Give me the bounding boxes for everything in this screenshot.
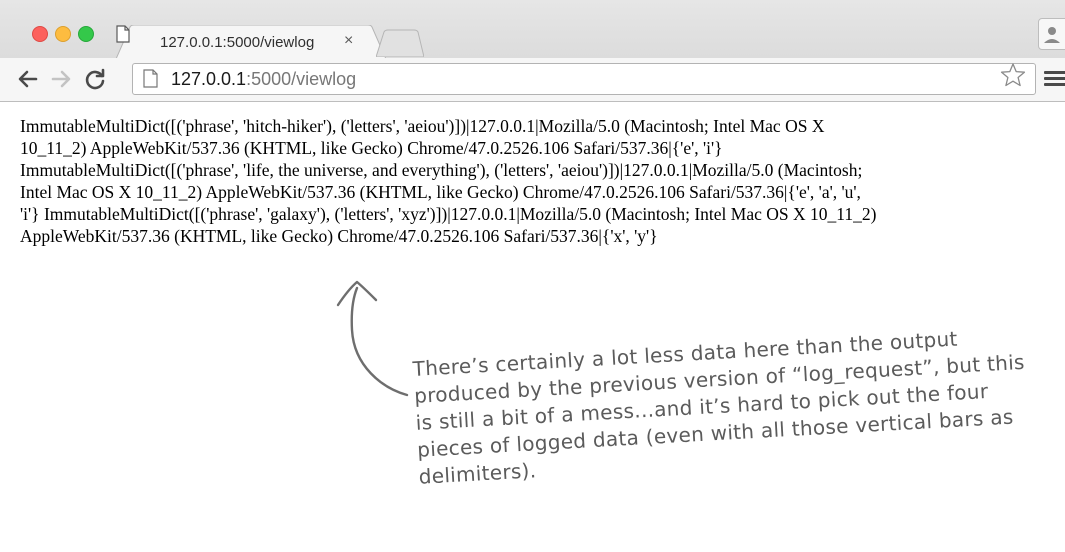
tab-close-icon[interactable]: × xyxy=(344,32,353,50)
annotation-note: There’s certainly a lot less data here t… xyxy=(412,320,1059,491)
log-text-line: ImmutableMultiDict([('phrase', 'hitch-hi… xyxy=(20,116,825,136)
browser-tab-active[interactable]: 127.0.0.1:5000/viewlog × xyxy=(116,25,386,59)
back-arrow-icon[interactable] xyxy=(16,67,40,91)
minimize-window-button[interactable] xyxy=(55,26,71,42)
reload-icon[interactable] xyxy=(83,67,107,91)
url-path: :5000/viewlog xyxy=(246,69,357,89)
tab-title: 127.0.0.1:5000/viewlog xyxy=(160,34,315,51)
star-icon[interactable] xyxy=(1000,62,1026,88)
log-text-line: Intel Mac OS X 10_11_2) AppleWebKit/537.… xyxy=(20,182,861,202)
log-text-line: ImmutableMultiDict([('phrase', 'life, th… xyxy=(20,160,863,180)
window-titlebar: 127.0.0.1:5000/viewlog × xyxy=(0,0,1065,59)
viewlog-page: ImmutableMultiDict([('phrase', 'hitch-hi… xyxy=(20,115,1065,247)
url-host: 127.0.0.1 xyxy=(171,69,247,89)
menu-icon[interactable] xyxy=(1044,71,1065,87)
new-tab-button[interactable] xyxy=(376,29,424,57)
profile-icon[interactable] xyxy=(1038,18,1065,50)
forward-arrow-icon[interactable] xyxy=(49,67,73,91)
address-url: 127.0.0.1:5000/viewlog xyxy=(171,69,356,90)
page-icon xyxy=(116,25,130,43)
address-bar[interactable]: 127.0.0.1:5000/viewlog xyxy=(132,63,1036,95)
log-text-line: AppleWebKit/537.36 (KHTML, like Gecko) C… xyxy=(20,226,658,246)
close-window-button[interactable] xyxy=(32,26,48,42)
browser-toolbar: 127.0.0.1:5000/viewlog xyxy=(0,58,1065,102)
page-icon xyxy=(143,69,158,88)
log-text-line: 10_11_2) AppleWebKit/537.36 (KHTML, like… xyxy=(20,138,723,158)
log-text-line: 'i'} ImmutableMultiDict([('phrase', 'gal… xyxy=(20,204,877,224)
zoom-window-button[interactable] xyxy=(78,26,94,42)
